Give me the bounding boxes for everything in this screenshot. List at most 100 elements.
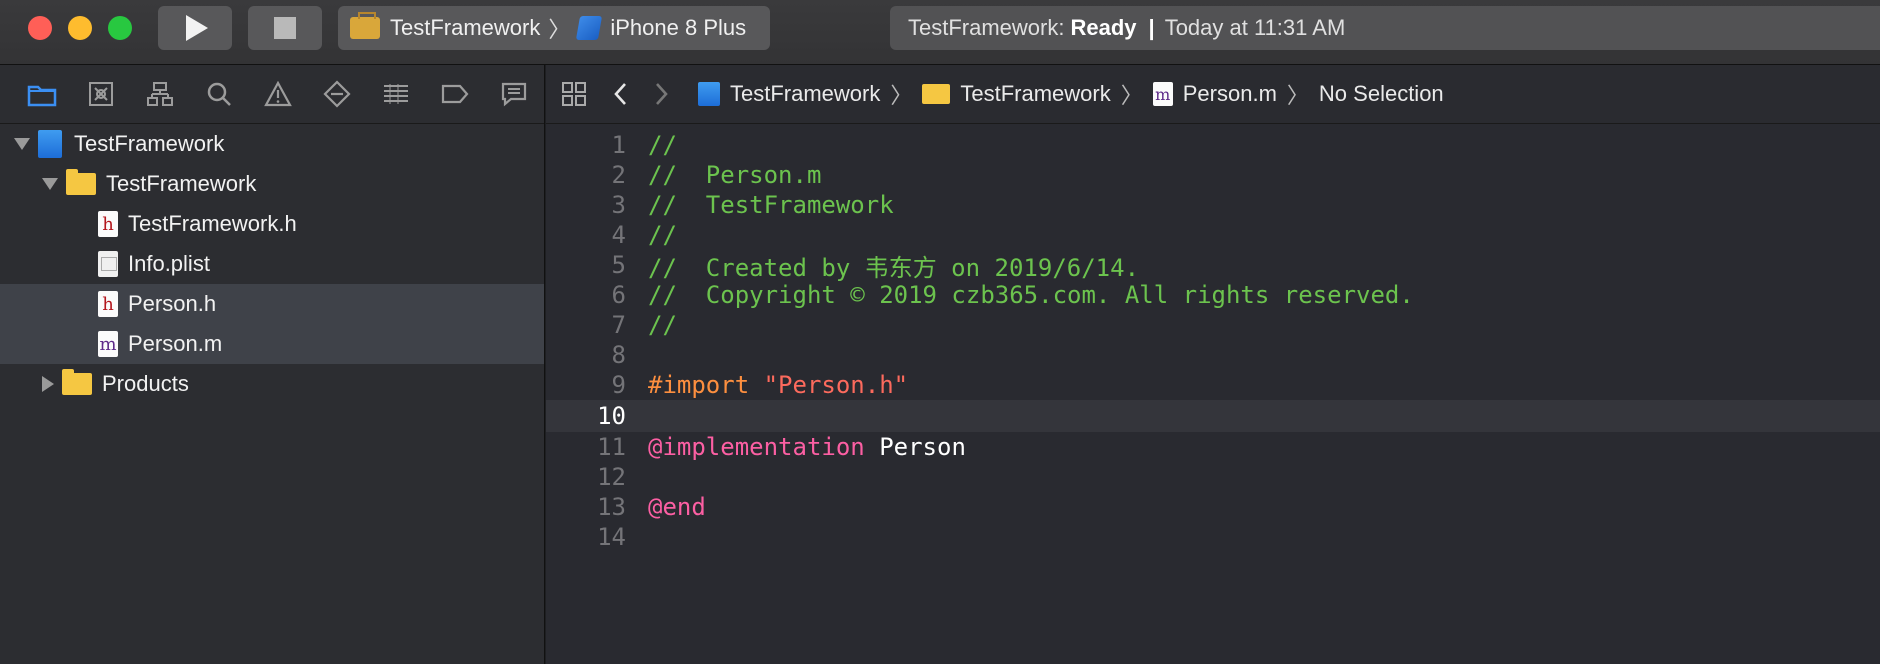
grid-icon [562, 82, 586, 106]
folder-icon [66, 169, 96, 195]
scheme-selector[interactable]: TestFramework 〉 iPhone 8 Plus [338, 6, 770, 50]
tree-item-label: Info.plist [128, 251, 210, 276]
navigator-tabs [0, 65, 544, 124]
hierarchy-icon [146, 82, 173, 106]
breadcrumb-symbol[interactable]: No Selection [1319, 81, 1444, 107]
file-tree: TestFramework TestFramework h TestFramew… [0, 124, 544, 404]
line-number: 4 [611, 221, 626, 249]
code-line[interactable]: 12 [546, 462, 1880, 492]
code-text: // [648, 311, 677, 339]
related-items-button[interactable] [560, 80, 588, 108]
toolbar: TestFramework 〉 iPhone 8 Plus TestFramew… [0, 0, 1880, 65]
minimize-window-button[interactable] [68, 16, 92, 40]
code-text: // [648, 131, 677, 159]
search-icon [207, 82, 231, 106]
tree-item-group-products[interactable]: Products [0, 364, 544, 404]
run-button[interactable] [158, 6, 232, 50]
back-button[interactable] [606, 80, 634, 108]
folder-icon [27, 85, 56, 107]
disclosure-expanded-icon[interactable] [14, 138, 30, 150]
report-icon [502, 82, 527, 107]
line-number: 8 [611, 341, 626, 369]
tree-item-testframework-h[interactable]: h TestFramework.h [0, 204, 544, 244]
line-number: 11 [597, 433, 626, 461]
chevron-right-icon [656, 83, 668, 105]
source-control-icon [88, 82, 113, 106]
line-number: 1 [611, 131, 626, 159]
code-text: // Copyright © 2019 czb365.com. All righ… [648, 281, 1414, 309]
code-line[interactable]: 9 #import "Person.h" [546, 370, 1880, 400]
tree-item-label: TestFramework [74, 131, 225, 156]
folder-icon [922, 84, 951, 104]
tree-item-project[interactable]: TestFramework [0, 124, 544, 164]
line-number: 12 [597, 463, 626, 491]
test-icon [323, 80, 351, 108]
zoom-window-button[interactable] [108, 16, 132, 40]
tab-find-navigator[interactable] [189, 76, 248, 112]
tree-item-info-plist[interactable]: Info.plist [0, 244, 544, 284]
code-text: // TestFramework [648, 191, 894, 219]
breakpoint-icon [442, 84, 469, 104]
tree-item-label: Products [102, 371, 189, 396]
tab-test-navigator[interactable] [308, 76, 367, 112]
xcode-project-icon [38, 130, 62, 158]
implementation-file-icon: m [98, 331, 118, 357]
code-line[interactable]: 7 // [546, 310, 1880, 340]
folder-icon [62, 369, 92, 395]
project-navigator: TestFramework TestFramework h TestFramew… [0, 65, 545, 664]
iphone-device-icon [576, 16, 603, 40]
jump-bar: TestFramework 〉 TestFramework 〉 m Person… [546, 65, 1880, 124]
code-line[interactable]: 13 @end [546, 492, 1880, 522]
tree-item-group-testframework[interactable]: TestFramework [0, 164, 544, 204]
chevron-right-icon: 〉 [548, 17, 571, 42]
code-line[interactable]: 1 // [546, 130, 1880, 160]
line-number: 5 [611, 251, 626, 279]
tab-breakpoint-navigator[interactable] [426, 76, 485, 112]
tree-item-person-h[interactable]: h Person.h [0, 284, 544, 324]
line-number: 14 [597, 523, 626, 551]
code-line[interactable]: 10 [546, 400, 1880, 432]
code-line[interactable]: 14 [546, 522, 1880, 552]
breadcrumb-separator: 〉 [1120, 83, 1143, 108]
line-number: 2 [611, 161, 626, 189]
code-line[interactable]: 8 [546, 340, 1880, 370]
line-number: 6 [611, 281, 626, 309]
xcode-window: TestFramework 〉 iPhone 8 Plus TestFramew… [0, 0, 1880, 664]
tree-item-label: Person.m [128, 331, 223, 356]
chevron-left-icon [614, 83, 626, 105]
breadcrumb-file[interactable]: Person.m [1183, 81, 1277, 107]
line-number: 10 [597, 402, 626, 430]
breadcrumb: TestFramework 〉 TestFramework 〉 m Person… [698, 78, 1444, 110]
tab-source-control[interactable] [71, 76, 130, 112]
stop-icon [274, 17, 296, 39]
breadcrumb-group[interactable]: TestFramework [960, 81, 1110, 107]
code-text: // Person.m [648, 161, 822, 189]
plist-file-icon [98, 251, 118, 277]
code-line[interactable]: 5 // Created by 韦东方 on 2019/6/14. [546, 250, 1880, 282]
tab-project-navigator[interactable] [12, 76, 71, 112]
code-line[interactable]: 6 // Copyright © 2019 czb365.com. All rig… [546, 280, 1880, 310]
stop-button[interactable] [248, 6, 322, 50]
tab-report-navigator[interactable] [485, 76, 544, 112]
code-line[interactable]: 4 // [546, 220, 1880, 250]
code-line[interactable]: 2 // Person.m [546, 160, 1880, 190]
disclosure-expanded-icon[interactable] [42, 178, 58, 190]
code-line[interactable]: 11 @implementation Person [546, 432, 1880, 462]
code-line[interactable]: 3 // TestFramework [546, 190, 1880, 220]
tab-issue-navigator[interactable] [248, 76, 307, 112]
disclosure-collapsed-icon[interactable] [42, 376, 54, 392]
code-area[interactable]: 1 // 2 // Person.m 3 // TestFramework 4 // 5 // C… [546, 124, 1880, 552]
tree-item-label: TestFramework [106, 171, 257, 196]
breadcrumb-separator: 〉 [890, 83, 913, 108]
status-prefix: TestFramework: [908, 15, 1065, 40]
close-window-button[interactable] [28, 16, 52, 40]
tree-item-person-m[interactable]: m Person.m [0, 324, 544, 364]
breadcrumb-project[interactable]: TestFramework [730, 81, 880, 107]
tab-symbol-navigator[interactable] [130, 76, 189, 112]
xcode-project-icon [698, 82, 720, 106]
tree-item-label: TestFramework.h [128, 211, 297, 236]
forward-button[interactable] [648, 80, 676, 108]
tab-debug-navigator[interactable] [367, 76, 426, 112]
header-file-icon: h [98, 291, 118, 317]
code-text: #import "Person.h" [648, 371, 909, 399]
